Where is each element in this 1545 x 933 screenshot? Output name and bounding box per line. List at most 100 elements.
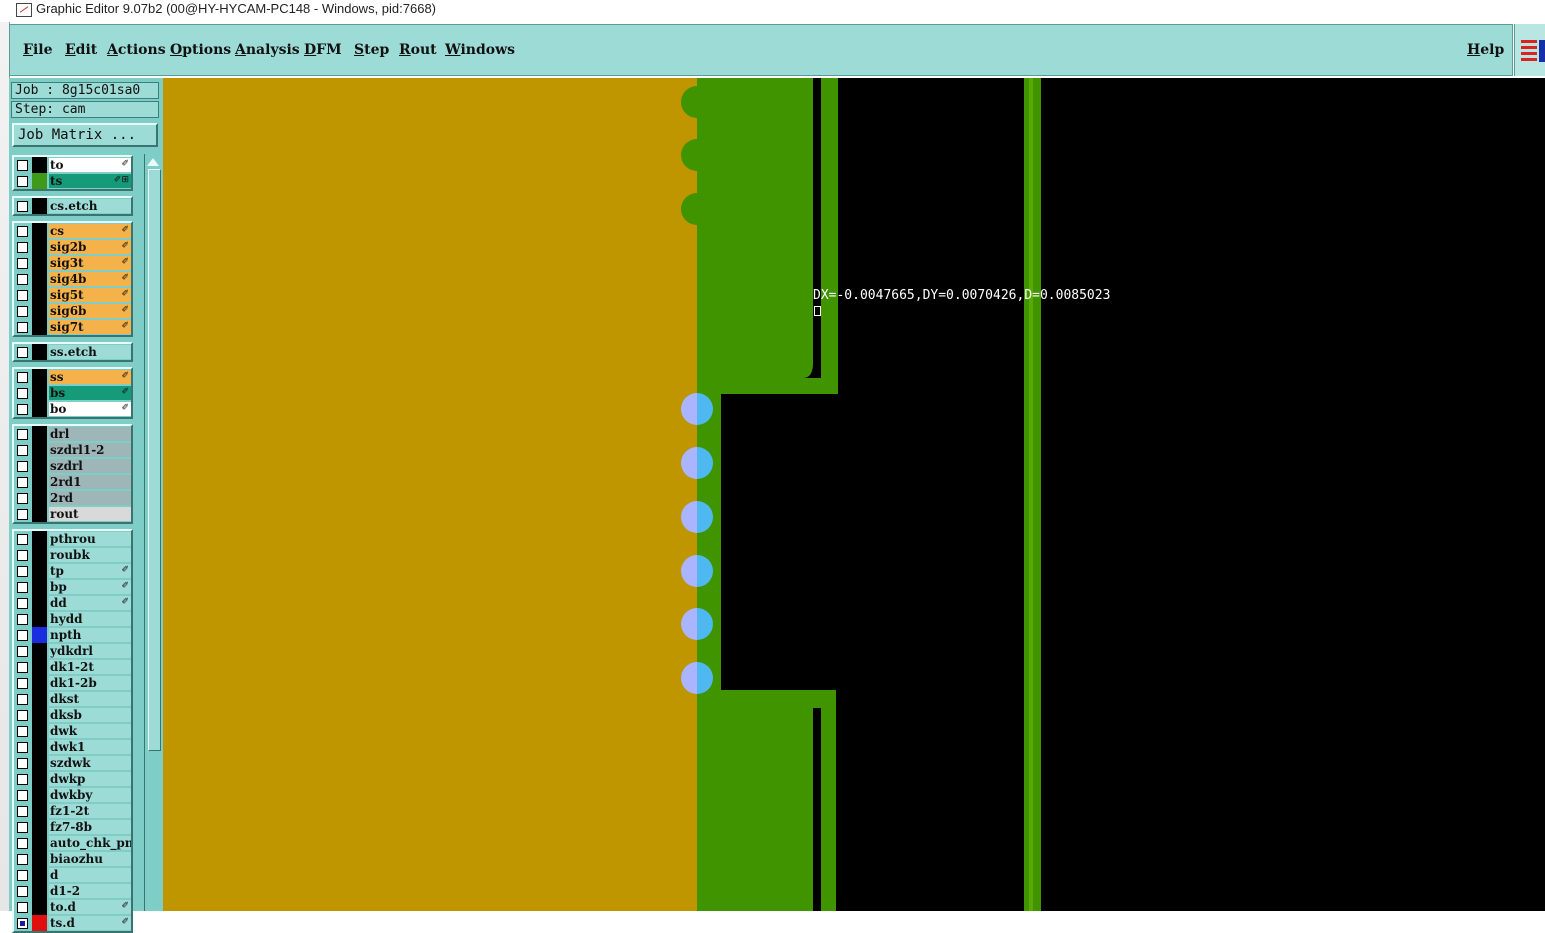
layer-name[interactable]: sig6b [49, 304, 131, 318]
layer-checkbox[interactable] [17, 838, 28, 849]
layer-checkbox[interactable] [17, 461, 28, 472]
layer-checkbox[interactable] [17, 902, 28, 913]
layer-row[interactable]: szdwk [14, 755, 131, 771]
layer-checkbox[interactable] [17, 201, 28, 212]
layer-name[interactable]: dk1-2b [49, 676, 131, 690]
layer-row[interactable]: dk1-2b [14, 675, 131, 691]
layer-name[interactable]: d1-2 [49, 884, 131, 898]
layer-checkbox[interactable] [17, 918, 28, 929]
layer-name[interactable]: npth [49, 628, 131, 642]
menu-help[interactable]: Help [1467, 42, 1504, 58]
layer-color-swatch[interactable] [32, 303, 47, 319]
layer-name[interactable]: 2rd [49, 491, 131, 505]
layer-name[interactable]: sig2b [49, 240, 131, 254]
layer-name[interactable]: dd [49, 596, 131, 610]
layer-name[interactable]: d [49, 868, 131, 882]
layer-checkbox[interactable] [17, 614, 28, 625]
layer-color-swatch[interactable] [32, 595, 47, 611]
layer-row[interactable]: biaozhu [14, 851, 131, 867]
layer-checkbox[interactable] [17, 322, 28, 333]
layer-color-swatch[interactable] [32, 426, 47, 442]
layer-name[interactable]: roubk [49, 548, 131, 562]
layer-checkbox[interactable] [17, 566, 28, 577]
layer-color-swatch[interactable] [32, 490, 47, 506]
layer-checkbox[interactable] [17, 226, 28, 237]
layer-row[interactable]: dwk [14, 723, 131, 739]
layer-checkbox[interactable] [17, 678, 28, 689]
layer-color-swatch[interactable] [32, 659, 47, 675]
layer-checkbox[interactable] [17, 306, 28, 317]
layer-row[interactable]: to ✐ [14, 157, 131, 173]
layer-row[interactable]: roubk [14, 547, 131, 563]
scrollbar-thumb[interactable] [148, 169, 161, 751]
layer-color-swatch[interactable] [32, 915, 47, 931]
layer-row[interactable]: cs ✐ [14, 223, 131, 239]
layer-list-scrollbar[interactable] [144, 154, 163, 911]
layer-color-swatch[interactable] [32, 319, 47, 335]
layer-name[interactable]: ss [49, 370, 131, 384]
layer-name[interactable]: szdwk [49, 756, 131, 770]
layer-name[interactable]: dwk [49, 724, 131, 738]
layer-row[interactable]: cs.etch [14, 198, 131, 214]
layer-checkbox[interactable] [17, 176, 28, 187]
layer-checkbox[interactable] [17, 372, 28, 383]
layer-color-swatch[interactable] [32, 627, 47, 643]
layer-color-swatch[interactable] [32, 287, 47, 303]
layer-checkbox[interactable] [17, 598, 28, 609]
layer-checkbox[interactable] [17, 509, 28, 520]
menu-actions[interactable]: Actions [107, 42, 166, 58]
layer-color-swatch[interactable] [32, 579, 47, 595]
layer-checkbox[interactable] [17, 534, 28, 545]
layer-row[interactable]: 2rd [14, 490, 131, 506]
layer-row[interactable]: ss ✐ [14, 369, 131, 385]
layer-row[interactable]: dksb [14, 707, 131, 723]
layer-name[interactable]: biaozhu [49, 852, 131, 866]
layer-checkbox[interactable] [17, 726, 28, 737]
graphic-canvas[interactable]: DX=-0.0047665,DY=0.0070426,D=0.0085023 [163, 78, 1545, 911]
layer-name[interactable]: dksb [49, 708, 131, 722]
layer-checkbox[interactable] [17, 582, 28, 593]
layer-color-swatch[interactable] [32, 851, 47, 867]
layer-checkbox[interactable] [17, 646, 28, 657]
layer-name[interactable]: pthrou [49, 532, 131, 546]
layer-checkbox[interactable] [17, 290, 28, 301]
layer-color-swatch[interactable] [32, 883, 47, 899]
layer-color-swatch[interactable] [32, 442, 47, 458]
layer-name[interactable]: 2rd1 [49, 475, 131, 489]
layer-checkbox[interactable] [17, 710, 28, 721]
layer-checkbox[interactable] [17, 274, 28, 285]
layer-name[interactable]: sig3t [49, 256, 131, 270]
layer-color-swatch[interactable] [32, 474, 47, 490]
layer-color-swatch[interactable] [32, 611, 47, 627]
layer-color-swatch[interactable] [32, 401, 47, 417]
layer-color-swatch[interactable] [32, 255, 47, 271]
layer-row[interactable]: auto_chk_pnl [14, 835, 131, 851]
layer-name[interactable]: szdrl [49, 459, 131, 473]
layer-checkbox[interactable] [17, 388, 28, 399]
layer-name[interactable]: dwkp [49, 772, 131, 786]
layer-color-swatch[interactable] [32, 458, 47, 474]
layer-checkbox[interactable] [17, 774, 28, 785]
layer-name[interactable]: drl [49, 427, 131, 441]
layer-checkbox[interactable] [17, 806, 28, 817]
layer-row[interactable]: ydkdrl [14, 643, 131, 659]
menu-rout[interactable]: Rout [399, 42, 437, 58]
layer-row[interactable]: dwkby [14, 787, 131, 803]
layer-row[interactable]: 2rd1 [14, 474, 131, 490]
layer-color-swatch[interactable] [32, 867, 47, 883]
layer-row[interactable]: bo ✐ [14, 401, 131, 417]
layer-color-swatch[interactable] [32, 739, 47, 755]
layer-color-swatch[interactable] [32, 643, 47, 659]
layer-color-swatch[interactable] [32, 173, 47, 189]
layer-color-swatch[interactable] [32, 531, 47, 547]
layer-row[interactable]: pthrou [14, 531, 131, 547]
layer-checkbox[interactable] [17, 886, 28, 897]
menu-dfm[interactable]: DFM [304, 42, 342, 58]
layer-name[interactable]: fz1-2t [49, 804, 131, 818]
layer-checkbox[interactable] [17, 758, 28, 769]
layer-name[interactable]: bp [49, 580, 131, 594]
menu-edit[interactable]: Edit [65, 42, 97, 58]
layer-name[interactable]: szdrl1-2 [49, 443, 131, 457]
layer-color-swatch[interactable] [32, 835, 47, 851]
menu-options[interactable]: Options [170, 42, 231, 58]
